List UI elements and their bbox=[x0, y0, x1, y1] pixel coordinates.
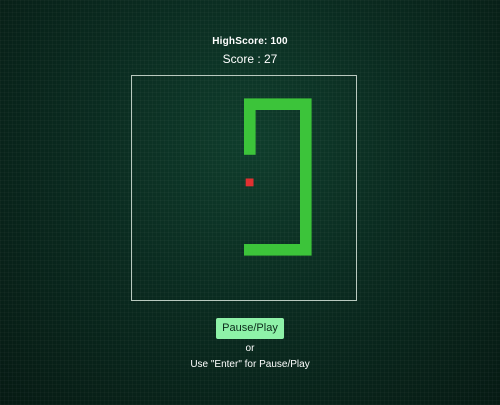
snake-segment bbox=[255, 98, 267, 110]
highscore-label: HighScore: 100 bbox=[212, 36, 288, 47]
snake-segment bbox=[288, 98, 301, 110]
snake-head bbox=[244, 143, 256, 155]
snake-segment bbox=[300, 165, 312, 178]
pause-play-button[interactable]: Pause/Play bbox=[216, 318, 284, 339]
snake-segment bbox=[300, 221, 312, 234]
snake-segment bbox=[244, 244, 256, 256]
game-board[interactable] bbox=[131, 75, 357, 301]
score-label: Score : 27 bbox=[222, 52, 278, 66]
snake-segment bbox=[277, 244, 290, 256]
food-pellet bbox=[245, 178, 254, 187]
snake-segment bbox=[300, 244, 312, 256]
snake-segment bbox=[244, 109, 256, 122]
snake-segment bbox=[266, 98, 278, 110]
snake-segment bbox=[300, 232, 312, 245]
snake-segment bbox=[300, 188, 312, 200]
snake-segment bbox=[300, 143, 312, 155]
snake-segment bbox=[244, 120, 256, 133]
snake-segment bbox=[244, 132, 256, 144]
snake-segment bbox=[244, 98, 256, 110]
keyboard-hint: Use "Enter" for Pause/Play bbox=[190, 359, 310, 370]
snake-segment bbox=[255, 244, 267, 256]
snake-segment bbox=[266, 244, 278, 256]
or-label: or bbox=[245, 343, 255, 354]
game-canvas[interactable] bbox=[132, 76, 356, 300]
snake-segment bbox=[300, 154, 312, 166]
snake-segment bbox=[300, 199, 312, 211]
snake-segment bbox=[300, 176, 312, 189]
snake-segment bbox=[300, 109, 312, 122]
snake-segment bbox=[300, 98, 312, 110]
snake-segment bbox=[277, 98, 290, 110]
snake-segment bbox=[300, 132, 312, 144]
snake-segment bbox=[300, 210, 312, 222]
controls: Pause/Play bbox=[0, 318, 500, 339]
snake-segment bbox=[300, 120, 312, 133]
snake-segment bbox=[288, 244, 301, 256]
